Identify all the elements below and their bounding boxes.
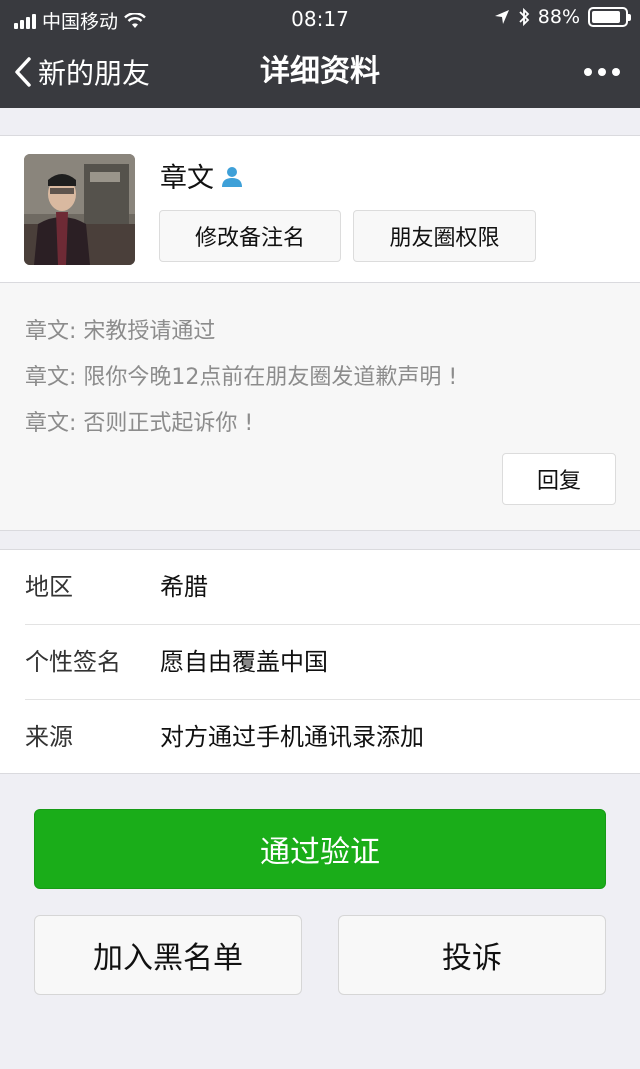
navigation-bar: 新的朋友 详细资料 [0, 36, 640, 108]
info-label: 地区 [25, 573, 73, 601]
status-bar: 中国移动 08:17 88% [0, 0, 640, 36]
profile-card: 章文 修改备注名 朋友圈权限 [0, 135, 640, 283]
info-row-region: 地区 希腊 [0, 550, 640, 625]
info-value: 愿自由覆盖中国 [160, 648, 328, 676]
moments-permission-button[interactable]: 朋友圈权限 [353, 210, 536, 262]
message-item: 章文: 否则正式起诉你 ! [25, 411, 254, 436]
more-button[interactable] [584, 36, 620, 108]
edit-remark-button[interactable]: 修改备注名 [159, 210, 341, 262]
avatar[interactable] [24, 154, 135, 265]
back-label: 新的朋友 [38, 57, 151, 90]
approve-button[interactable]: 通过验证 [34, 809, 606, 889]
battery-fill [592, 11, 621, 23]
blacklist-button[interactable]: 加入黑名单 [34, 915, 302, 995]
more-icon [584, 68, 592, 76]
info-value: 希腊 [160, 573, 208, 601]
info-row-source: 来源 对方通过手机通讯录添加 [0, 700, 640, 775]
info-label: 个性签名 [25, 648, 121, 676]
battery-percent: 88% [537, 6, 580, 28]
profile-name: 章文 [160, 163, 214, 194]
back-button[interactable]: 新的朋友 [14, 36, 150, 108]
status-right: 88% [494, 6, 631, 28]
bluetooth-icon [519, 7, 530, 27]
info-value: 对方通过手机通讯录添加 [160, 723, 424, 751]
reply-button[interactable]: 回复 [502, 453, 616, 505]
location-arrow-icon [494, 10, 509, 24]
info-label: 来源 [25, 723, 73, 751]
info-section: 地区 希腊 个性签名 愿自由覆盖中国 来源 对方通过手机通讯录添加 [0, 549, 640, 774]
chevron-left-icon [15, 57, 31, 87]
report-button[interactable]: 投诉 [338, 915, 606, 995]
contact-person-icon [222, 166, 242, 187]
message-item: 章文: 限你今晚12点前在朋友圈发道歉声明 ! [25, 365, 458, 390]
info-row-signature: 个性签名 愿自由覆盖中国 [0, 625, 640, 700]
verification-messages: 章文: 宋教授请通过 章文: 限你今晚12点前在朋友圈发道歉声明 ! 章文: 否… [0, 283, 640, 531]
battery-icon [588, 7, 631, 27]
message-item: 章文: 宋教授请通过 [25, 319, 216, 344]
profile-name-row: 章文 [160, 156, 244, 195]
